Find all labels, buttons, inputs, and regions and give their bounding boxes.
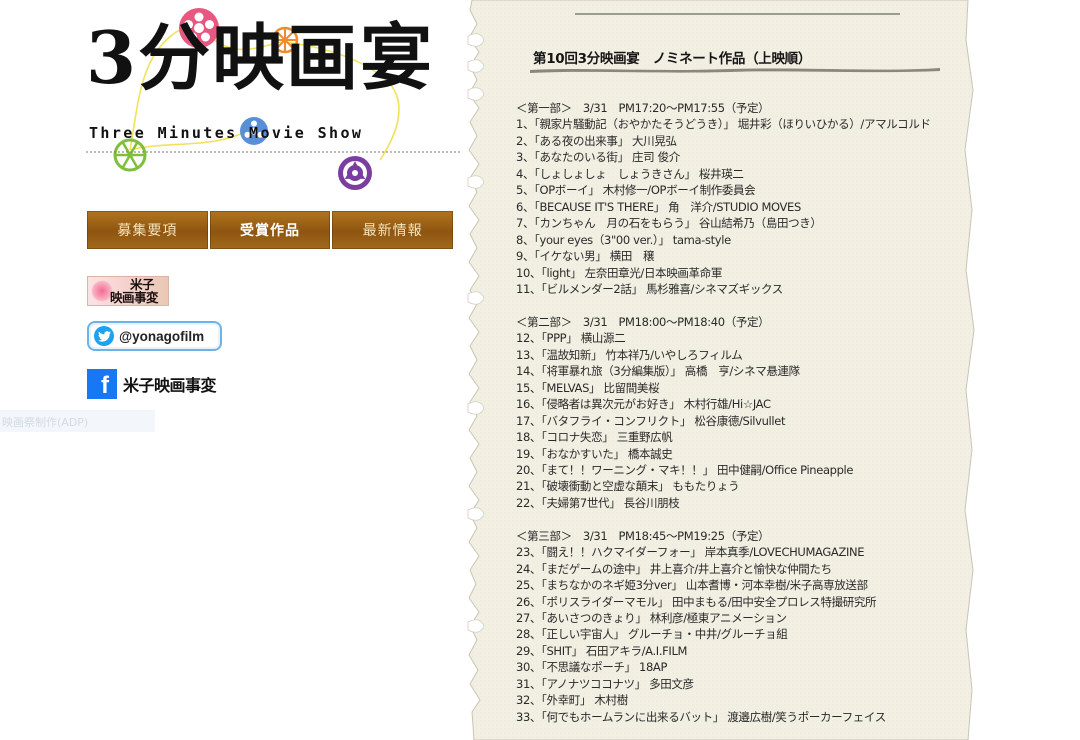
page-title: 第10回3分映画宴 ノミネート作品（上映順） <box>533 47 811 67</box>
nominee-entry: 15、「MELVAS」 比留間美桜 <box>516 380 971 396</box>
nominee-entry: 9、「イケない男」 横田 穣 <box>516 248 971 264</box>
nominee-entry: 13、「温故知新」 竹本祥乃/いやしろフィルム <box>516 347 971 363</box>
nominee-entry: 7、「カンちゃん 月の石をもらう」 谷山結希乃（島田つき） <box>516 215 971 231</box>
nominee-entry: 20、「まて！！ワーニング・マキ！！」 田中健嗣/Office Pineappl… <box>516 462 971 478</box>
nominee-entry: 21、「破壊衝動と空虚な顛末」 ももたりょう <box>516 478 971 494</box>
nominee-entry: 8、「your eyes（3"00 ver.）」 tama-style <box>516 232 971 248</box>
nominee-entry: 25、「まちなかのネギ姫3分ver」 山本耆博・河本幸樹/米子高専放送部 <box>516 577 971 593</box>
block-header: ＜第二部＞ 3/31 PM18:00～PM18:40（予定） <box>516 314 971 330</box>
divider <box>575 13 900 15</box>
nominee-entry: 19、「おなかすいた」 橋本誠史 <box>516 446 971 462</box>
brush-underline <box>530 66 940 74</box>
nominee-entry: 32、「外幸町」 木村樹 <box>516 692 971 708</box>
nominee-entry: 2、「ある夜の出来事」 大川晃弘 <box>516 133 971 149</box>
nominee-entry: 24、「まだゲームの途中」 井上喜介/井上喜介と愉快な仲間たち <box>516 561 971 577</box>
nominee-entry: 5、「OPボーイ」 木村修一/OPボーイ制作委員会 <box>516 182 971 198</box>
nominee-entry: 14、「将軍暴れ旅（3分編集版）」 高橋 亨/シネマ悬連隊 <box>516 363 971 379</box>
nominee-entry: 17、「バタフライ・コンフリクト」 松谷康德/Silvullet <box>516 413 971 429</box>
nominee-entry: 23、「闘え！！ハクマイダーフォー」 岸本真季/LOVECHUMAGAZINE <box>516 544 971 560</box>
nominee-entry: 1、「親家片騒動記（おやかたそうどうき）」 堀井彩（ほりいひかる）/アマルコルド <box>516 116 971 132</box>
nominee-entry: 22、「夫婦第7世代」 長谷川朋枝 <box>516 495 971 511</box>
nominee-entry: 11、「ビルメンダー2話」 馬杉雅喜/シネマズギックス <box>516 281 971 297</box>
nominee-entry: 31、「アノナツココナツ」 多田文彦 <box>516 676 971 692</box>
nominee-list: ＜第一部＞ 3/31 PM17:20～PM17:55（予定）1、「親家片騒動記（… <box>516 100 971 740</box>
main-content: 第10回3分映画宴 ノミネート作品（上映順） ＜第一部＞ 3/31 PM17:2… <box>500 0 975 740</box>
nominee-entry: 10、「light」 左奈田章光/日本映画革命軍 <box>516 265 971 281</box>
nominee-entry: 33、「何でもホームランに出来るバット」 渡邉広樹/笑うポーカーフェイス <box>516 709 971 725</box>
block-header: ＜第一部＞ 3/31 PM17:20～PM17:55（予定） <box>516 100 971 116</box>
nominee-entry: 26、「ポリスライダーマモル」 田中まもる/田中安全プロレス特撮研究所 <box>516 594 971 610</box>
nominee-entry: 30、「不思議なポーチ」 18AP <box>516 659 971 675</box>
nominee-entry: 16、「侵略者は異次元がお好き」 木村行雄/Hi☆JAC <box>516 396 971 412</box>
nominee-entry: 29、「SHIT」 石田アキラ/A.I.FILM <box>516 643 971 659</box>
block-header: ＜第三部＞ 3/31 PM18:45～PM19:25（予定） <box>516 528 971 544</box>
nominee-entry: 6、「BECAUSE IT'S THERE」 角 洋介/STUDIO MOVES <box>516 199 971 215</box>
screening-block: ＜第三部＞ 3/31 PM18:45～PM19:25（予定）23、「闘え！！ハク… <box>516 528 971 725</box>
nominee-entry: 28、「正しい宇宙人」 グルーチョ・中井/グルーチョ組 <box>516 626 971 642</box>
nominee-entry: 4、「しょしょしょ しょうきさん」 桜井瑛二 <box>516 166 971 182</box>
screening-block: ＜第二部＞ 3/31 PM18:00～PM18:40（予定）12、「PPP」 横… <box>516 314 971 511</box>
nominee-entry: 3、「あなたのいる街」 庄司 俊介 <box>516 149 971 165</box>
nominee-entry: 12、「PPP」 横山源二 <box>516 330 971 346</box>
nominee-entry: 18、「コロナ失恋」 三重野広帆 <box>516 429 971 445</box>
nominee-entry: 27、「あいさつのきょり」 林利彦/極東アニメーション <box>516 610 971 626</box>
screening-block: ＜第一部＞ 3/31 PM17:20～PM17:55（予定）1、「親家片騒動記（… <box>516 100 971 297</box>
